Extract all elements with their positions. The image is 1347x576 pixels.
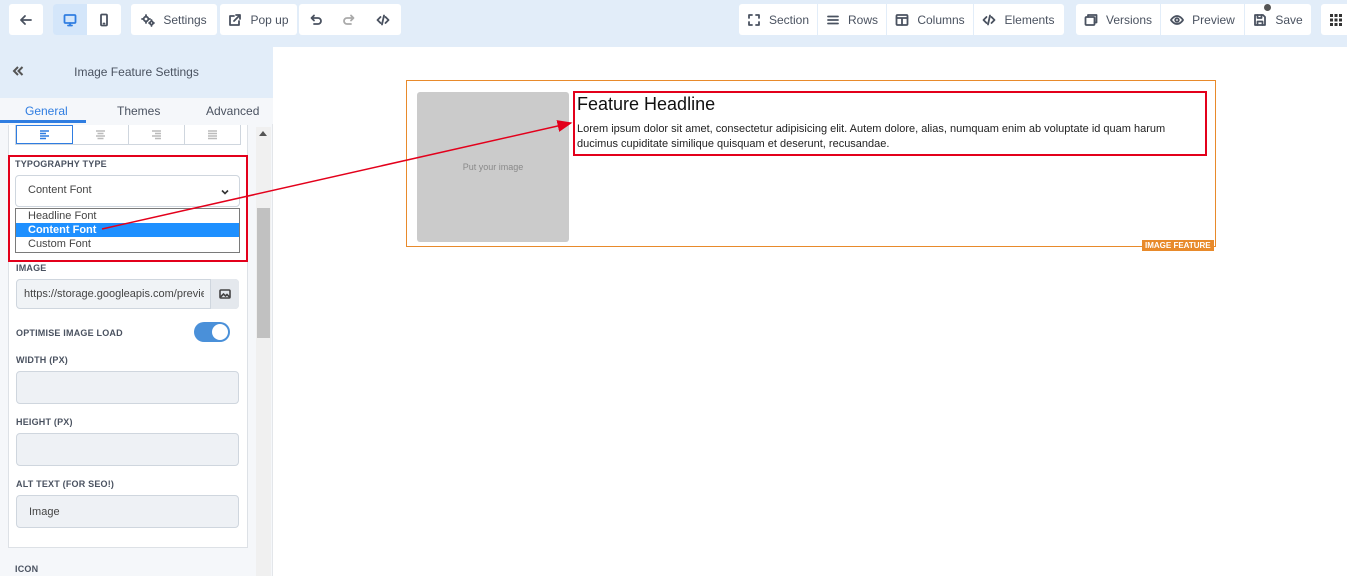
image-feature-tag: IMAGE FEATURE — [1142, 240, 1214, 251]
tab-general[interactable]: General — [25, 104, 68, 118]
tab-themes[interactable]: Themes — [117, 104, 160, 118]
popup-button[interactable]: Pop up — [220, 4, 297, 35]
rows-label: Rows — [847, 12, 878, 27]
align-center-icon — [96, 130, 105, 140]
align-left-icon — [40, 130, 49, 140]
alt-text-input[interactable]: Image — [16, 495, 239, 528]
redo-icon — [342, 14, 354, 25]
height-label: HEIGHT (PX) — [16, 417, 73, 427]
align-center-button[interactable] — [73, 125, 129, 144]
section-label: Section — [768, 12, 810, 27]
phone-icon — [100, 13, 108, 26]
align-justify-button[interactable] — [185, 125, 240, 144]
tab-advanced[interactable]: Advanced — [206, 104, 259, 118]
desktop-view-button[interactable] — [53, 4, 87, 35]
code-button[interactable] — [365, 4, 401, 35]
expand-icon — [748, 13, 760, 26]
structure-group: Section Rows Columns Elements — [739, 4, 1064, 35]
arrow-left-icon — [20, 14, 32, 25]
code-icon — [983, 14, 996, 25]
annotation-box-typography — [8, 155, 248, 262]
optimise-image-label: OPTIMISE IMAGE LOAD — [16, 328, 123, 338]
preview-button[interactable]: Preview — [1161, 4, 1244, 35]
columns-icon — [895, 13, 909, 26]
elements-label: Elements — [1004, 12, 1055, 27]
scrollbar-thumb[interactable] — [257, 208, 270, 338]
back-button[interactable] — [9, 4, 43, 35]
section-button[interactable]: Section — [739, 4, 817, 35]
history-group — [299, 4, 401, 35]
apps-button[interactable] — [1321, 4, 1347, 35]
list-icon — [827, 15, 839, 24]
undo-button[interactable] — [299, 4, 332, 35]
alt-text-label: ALT TEXT (FOR SEO!) — [16, 479, 115, 489]
annotation-box-text — [573, 91, 1207, 156]
columns-label: Columns — [917, 12, 965, 27]
width-label: WIDTH (PX) — [16, 355, 68, 365]
optimise-image-toggle[interactable] — [194, 322, 230, 342]
image-label: IMAGE — [16, 263, 47, 273]
save-button[interactable]: Save — [1245, 4, 1311, 35]
alignment-selector — [15, 125, 241, 145]
image-icon — [219, 289, 231, 299]
columns-button[interactable]: Columns — [887, 4, 973, 35]
align-right-button[interactable] — [129, 125, 185, 144]
scroll-up-arrow-icon[interactable] — [259, 131, 267, 136]
notification-dot — [1264, 4, 1271, 11]
redo-button[interactable] — [332, 4, 365, 35]
rows-button[interactable]: Rows — [818, 4, 886, 35]
top-toolbar: Settings Pop up Section Rows Columns Ele… — [0, 0, 1347, 47]
elements-button[interactable]: Elements — [974, 4, 1063, 35]
image-placeholder[interactable]: Put your image — [417, 92, 569, 242]
settings-label: Settings — [163, 12, 207, 27]
popup-label: Pop up — [250, 12, 289, 27]
align-justify-icon — [208, 130, 217, 140]
gears-icon — [141, 13, 156, 27]
grid-icon — [1330, 13, 1342, 26]
monitor-icon — [63, 13, 77, 26]
panel-title: Image Feature Settings — [74, 65, 199, 79]
save-icon — [1254, 13, 1267, 26]
save-label: Save — [1275, 12, 1303, 27]
preview-label: Preview — [1192, 12, 1235, 27]
undo-icon — [310, 14, 322, 25]
mobile-view-button[interactable] — [87, 4, 121, 35]
align-right-icon — [152, 130, 161, 140]
publish-group: Versions Preview Save — [1076, 4, 1311, 35]
versions-button[interactable]: Versions — [1076, 4, 1160, 35]
image-url-value: https://storage.googleapis.com/preview — [24, 288, 204, 300]
panel-header: Image Feature Settings — [0, 47, 273, 98]
image-placeholder-text: Put your image — [462, 162, 524, 172]
image-picker-button[interactable] — [210, 279, 239, 309]
settings-button[interactable]: Settings — [131, 4, 217, 35]
versions-icon — [1084, 13, 1098, 26]
image-url-field[interactable]: https://storage.googleapis.com/preview — [16, 279, 239, 309]
align-left-button[interactable] — [16, 125, 73, 144]
versions-label: Versions — [1105, 12, 1153, 27]
panel-scrollbar[interactable] — [256, 127, 271, 576]
eye-icon — [1170, 14, 1185, 25]
height-input[interactable] — [16, 433, 239, 466]
alt-text-value: Image — [29, 506, 60, 518]
device-switcher — [53, 4, 121, 35]
icon-label: ICON — [15, 564, 39, 574]
active-tab-indicator — [0, 120, 86, 123]
external-link-icon — [229, 13, 242, 26]
width-input[interactable] — [16, 371, 239, 404]
code-icon — [376, 14, 390, 25]
